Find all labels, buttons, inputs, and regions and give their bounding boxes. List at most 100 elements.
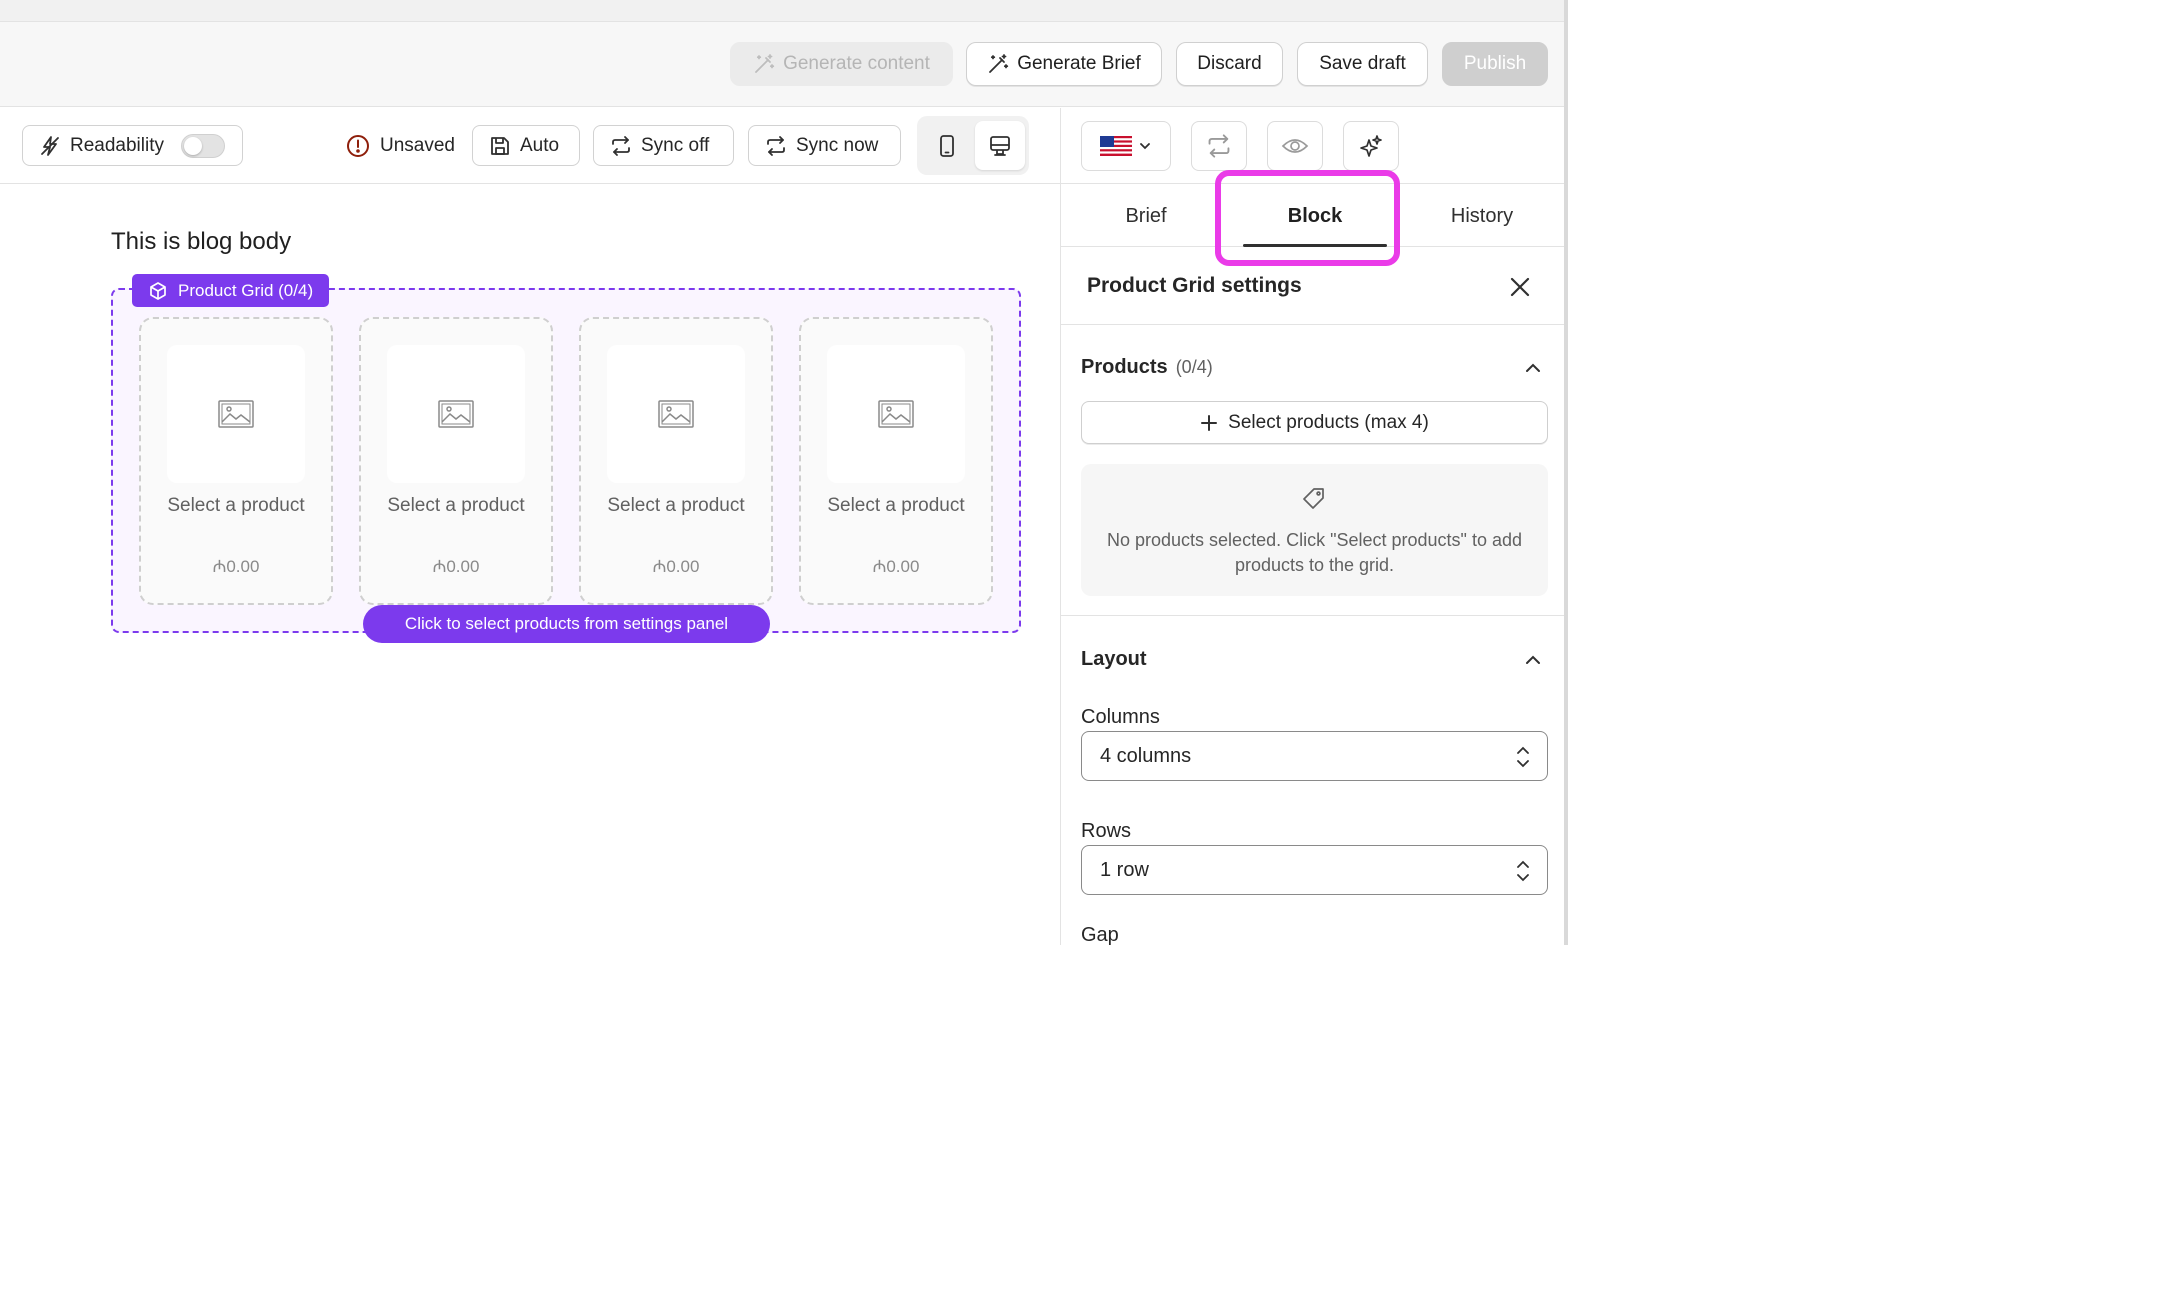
layout-collapse-button[interactable] [1521, 648, 1545, 672]
window-right-edge [1564, 0, 1568, 945]
gap-label: Gap [1081, 924, 1119, 946]
product-grid-label-text: Product Grid (0/4) [178, 280, 314, 300]
product-price: ₼0.00 [212, 557, 260, 576]
lightning-icon [41, 135, 59, 156]
device-preview-group [917, 116, 1029, 175]
product-grid-label: Product Grid (0/4) [132, 274, 330, 307]
product-image-placeholder [827, 345, 965, 483]
tag-icon [1303, 488, 1324, 509]
cube-icon [150, 281, 166, 300]
window-top-strip [0, 0, 1568, 22]
close-settings-button[interactable] [1506, 273, 1534, 301]
product-card[interactable]: Select a product ₼0.00 [799, 317, 993, 605]
editor-header: Generate content Generate Brief Discard … [0, 22, 1564, 107]
products-empty-state: No products selected. Click "Select prod… [1081, 464, 1548, 596]
rows-label: Rows [1081, 820, 1132, 842]
language-selector[interactable] [1081, 121, 1171, 171]
us-flag-icon [1100, 136, 1132, 156]
tab-brief[interactable]: Brief [1081, 185, 1211, 247]
sync-icon [612, 135, 630, 156]
products-collapse-button[interactable] [1521, 356, 1545, 380]
settings-title: Product Grid settings [1087, 274, 1302, 297]
products-section: Products (0/4) Select products (max 4) No… [1061, 326, 1565, 616]
block-tab-highlight [1215, 170, 1400, 266]
publish-button[interactable]: Publish [1442, 42, 1548, 86]
select-products-button[interactable]: Select products (max 4) [1081, 401, 1548, 444]
ai-sparkle-button[interactable] [1343, 121, 1399, 171]
publish-label: Publish [1463, 53, 1527, 74]
product-image-placeholder [167, 345, 305, 483]
sync-off-label: Sync off [641, 134, 710, 156]
save-disk-icon [491, 136, 509, 155]
tab-history[interactable]: History [1417, 185, 1547, 247]
generate-content-label: Generate content [783, 53, 930, 74]
auto-save-button[interactable]: Auto [472, 125, 580, 166]
rows-value: 1 row [1100, 858, 1149, 881]
chevron-down-icon [1140, 143, 1150, 150]
generate-content-button[interactable]: Generate content [730, 42, 953, 86]
product-image-placeholder [607, 345, 745, 483]
preview-button[interactable] [1267, 121, 1323, 171]
product-card[interactable]: Select a product ₼0.00 [139, 317, 333, 605]
readability-toggle-button[interactable]: Readability [22, 125, 243, 166]
generate-brief-button[interactable]: Generate Brief [966, 42, 1162, 86]
image-icon [658, 400, 694, 428]
image-icon [438, 400, 474, 428]
readability-label: Readability [70, 134, 164, 156]
readability-switch[interactable] [181, 133, 225, 158]
image-icon [218, 400, 254, 428]
product-name: Select a product [387, 495, 525, 516]
save-draft-label: Save draft [1319, 53, 1406, 74]
eye-icon [1281, 139, 1309, 153]
chevron-up-icon [1526, 655, 1540, 664]
generate-brief-label: Generate Brief [1017, 53, 1141, 74]
sync-icon [1208, 134, 1230, 158]
product-name: Select a product [167, 495, 305, 516]
select-arrows-icon [1517, 860, 1529, 882]
product-name: Select a product [607, 495, 745, 516]
products-title-text: Products [1081, 356, 1168, 378]
editor-canvas[interactable]: This is blog body Product Grid (0/4) Sel… [0, 185, 1060, 945]
product-image-placeholder [387, 345, 525, 483]
product-price: ₼0.00 [432, 557, 480, 576]
mobile-icon [940, 134, 954, 157]
auto-label: Auto [520, 134, 560, 156]
image-icon [878, 400, 914, 428]
rows-select[interactable]: 1 row [1081, 845, 1548, 895]
sync-off-button[interactable]: Sync off [593, 125, 734, 166]
desktop-preview-button[interactable] [975, 121, 1025, 170]
columns-value: 4 columns [1100, 744, 1192, 767]
blog-body-text[interactable]: This is blog body [111, 228, 291, 256]
magic-wand-icon [989, 54, 1009, 73]
sync-now-label: Sync now [796, 134, 879, 156]
columns-select[interactable]: 4 columns [1081, 731, 1548, 781]
editor-toolbar: Readability Unsaved Auto Sync off Sync n… [0, 108, 1060, 184]
sync-now-button[interactable]: Sync now [748, 125, 901, 166]
chevron-up-icon [1526, 363, 1540, 372]
empty-state-message: No products selected. Click "Select prod… [1107, 530, 1522, 575]
products-count: (0/4) [1175, 357, 1213, 377]
close-icon [1510, 277, 1530, 297]
mobile-preview-button[interactable] [922, 121, 972, 170]
sync-icon [767, 135, 785, 156]
unsaved-label: Unsaved [380, 134, 455, 156]
magic-wand-icon [755, 54, 775, 73]
discard-button[interactable]: Discard [1176, 42, 1283, 86]
select-products-label: Select products (max 4) [1228, 411, 1429, 433]
plus-icon [1201, 414, 1218, 431]
products-section-title[interactable]: Products (0/4) [1081, 356, 1213, 379]
columns-label: Columns [1081, 706, 1160, 728]
save-draft-button[interactable]: Save draft [1297, 42, 1428, 86]
product-price: ₼0.00 [872, 557, 920, 576]
alert-circle-icon [347, 134, 369, 157]
product-card[interactable]: Select a product ₼0.00 [579, 317, 773, 605]
unsaved-status: Unsaved [346, 125, 455, 166]
select-products-hint-button[interactable]: Click to select products from settings p… [363, 605, 770, 643]
desktop-icon [990, 135, 1010, 156]
discard-label: Discard [1197, 53, 1262, 74]
translate-sync-button[interactable] [1191, 121, 1247, 171]
layout-section: Layout Columns 4 columns Rows 1 row Gap [1061, 618, 1565, 946]
product-price: ₼0.00 [652, 557, 700, 576]
product-card[interactable]: Select a product ₼0.00 [359, 317, 553, 605]
layout-section-title[interactable]: Layout [1081, 648, 1147, 671]
